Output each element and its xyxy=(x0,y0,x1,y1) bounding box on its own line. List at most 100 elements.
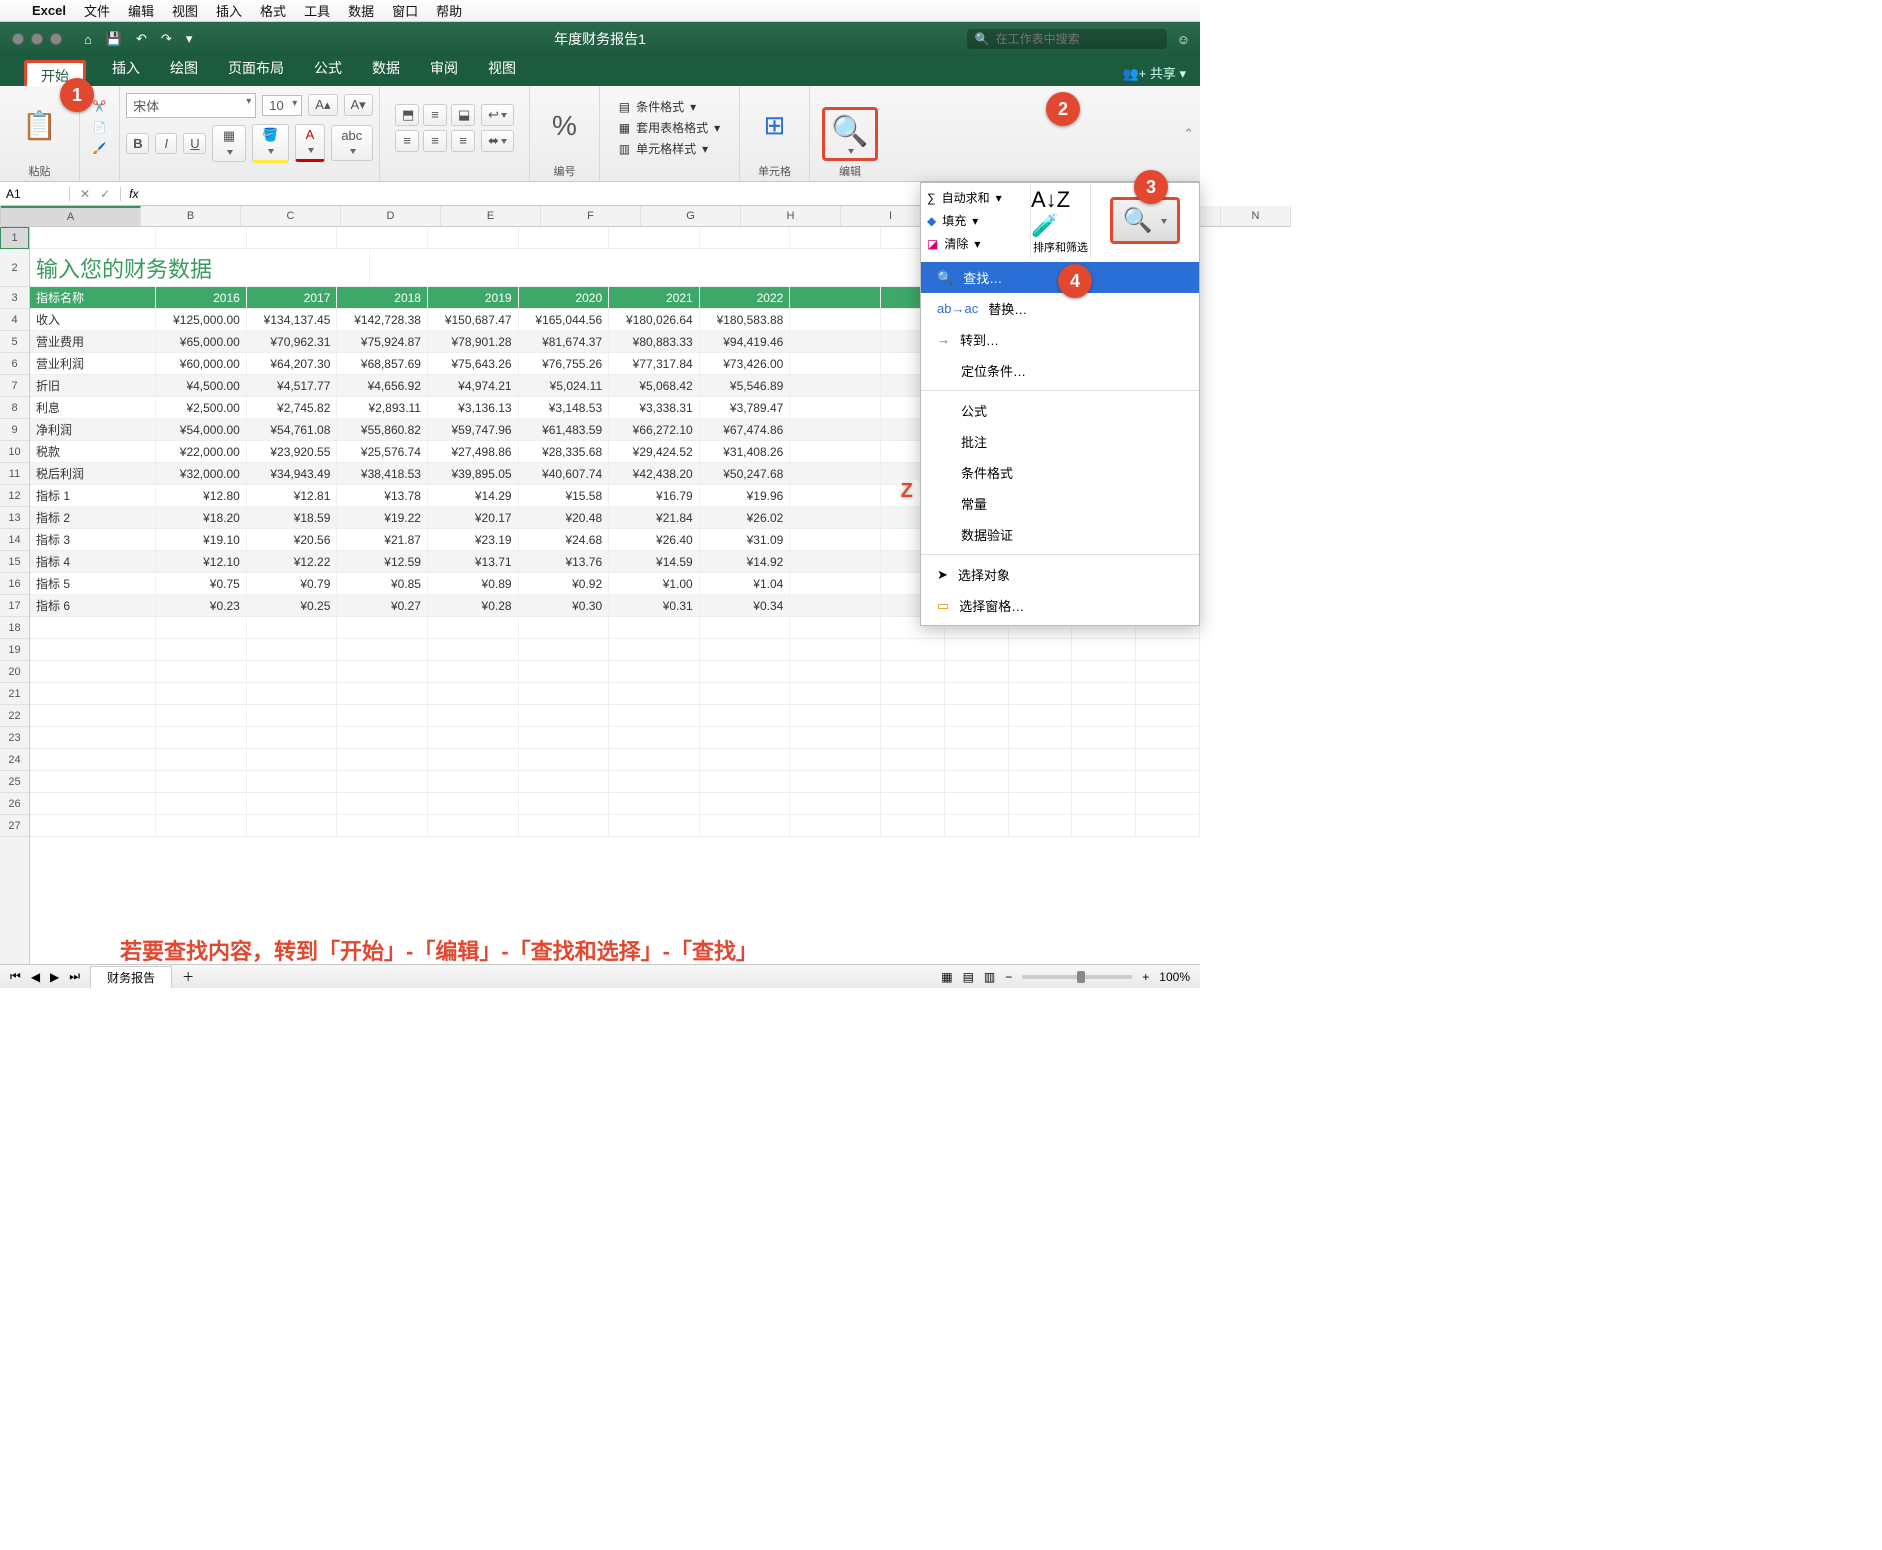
fill-button[interactable]: ◆填充 ▾ xyxy=(927,212,1024,229)
cell[interactable] xyxy=(1072,639,1136,660)
cell[interactable] xyxy=(1009,661,1073,682)
cell[interactable] xyxy=(519,617,610,638)
row-header[interactable]: 15 xyxy=(0,551,29,573)
cell[interactable]: 指标 2 xyxy=(30,507,156,528)
cell[interactable] xyxy=(1072,815,1136,836)
cell[interactable]: ¥125,000.00 xyxy=(156,309,247,330)
cell[interactable] xyxy=(609,727,700,748)
cell[interactable] xyxy=(428,661,519,682)
cell[interactable] xyxy=(1136,749,1200,770)
col-header[interactable]: E xyxy=(441,206,541,226)
cell[interactable] xyxy=(156,617,247,638)
cell[interactable] xyxy=(790,815,881,836)
save-icon[interactable]: 💾 xyxy=(106,31,122,47)
cell[interactable] xyxy=(519,683,610,704)
cell[interactable]: ¥4,517.77 xyxy=(247,375,338,396)
cell[interactable]: ¥20.48 xyxy=(519,507,610,528)
cell[interactable]: ¥4,974.21 xyxy=(428,375,519,396)
cell[interactable]: 输入您的财务数据 xyxy=(30,249,370,287)
cell[interactable] xyxy=(945,661,1009,682)
cell[interactable]: ¥4,656.92 xyxy=(337,375,428,396)
cell[interactable]: ¥12.59 xyxy=(337,551,428,572)
cell[interactable]: ¥26.02 xyxy=(700,507,791,528)
cell[interactable] xyxy=(1072,705,1136,726)
decrease-font-icon[interactable]: A▾ xyxy=(344,94,373,116)
row-header[interactable]: 12 xyxy=(0,485,29,507)
row-header[interactable]: 25 xyxy=(0,771,29,793)
cell[interactable] xyxy=(790,793,881,814)
cell[interactable] xyxy=(428,639,519,660)
row-header[interactable]: 3 xyxy=(0,287,29,309)
cell[interactable] xyxy=(1009,815,1073,836)
row-header[interactable]: 21 xyxy=(0,683,29,705)
cell[interactable] xyxy=(337,639,428,660)
cell[interactable]: 折旧 xyxy=(30,375,156,396)
cell[interactable]: ¥14.59 xyxy=(609,551,700,572)
cell[interactable] xyxy=(428,771,519,792)
menu-data[interactable]: 数据 xyxy=(348,1,374,20)
cell[interactable] xyxy=(790,353,881,374)
row-header[interactable]: 14 xyxy=(0,529,29,551)
cell[interactable] xyxy=(156,771,247,792)
cell[interactable]: ¥13.71 xyxy=(428,551,519,572)
cell[interactable] xyxy=(609,683,700,704)
tab-formulas[interactable]: 公式 xyxy=(310,52,346,86)
cell[interactable]: ¥54,000.00 xyxy=(156,419,247,440)
phonetic-icon[interactable]: abc xyxy=(331,125,373,161)
row-header[interactable]: 13 xyxy=(0,507,29,529)
cell[interactable]: ¥0.79 xyxy=(247,573,338,594)
cell[interactable] xyxy=(247,749,338,770)
cell[interactable]: ¥150,687.47 xyxy=(428,309,519,330)
table-format-button[interactable]: ▦套用表格格式 ▾ xyxy=(619,119,720,136)
cell[interactable]: ¥75,643.26 xyxy=(428,353,519,374)
cell[interactable] xyxy=(337,815,428,836)
sheet-search[interactable]: 🔍 xyxy=(967,29,1167,49)
cell[interactable] xyxy=(609,705,700,726)
clear-button[interactable]: ◪清除 ▾ xyxy=(927,235,1024,252)
cell[interactable] xyxy=(1136,705,1200,726)
cell[interactable] xyxy=(337,661,428,682)
tab-insert[interactable]: 插入 xyxy=(108,52,144,86)
row-header[interactable]: 17 xyxy=(0,595,29,617)
cell[interactable]: ¥0.30 xyxy=(519,595,610,616)
cell[interactable]: ¥165,044.56 xyxy=(519,309,610,330)
cell[interactable]: ¥20.17 xyxy=(428,507,519,528)
cell[interactable]: ¥5,068.42 xyxy=(609,375,700,396)
fullscreen-icon[interactable] xyxy=(50,33,62,45)
merge-icon[interactable]: ⬌ xyxy=(481,130,514,152)
col-header[interactable]: C xyxy=(241,206,341,226)
cell[interactable] xyxy=(1072,771,1136,792)
cell[interactable]: ¥19.96 xyxy=(700,485,791,506)
cell[interactable]: ¥59,747.96 xyxy=(428,419,519,440)
cell[interactable]: 指标 6 xyxy=(30,595,156,616)
menu-edit[interactable]: 编辑 xyxy=(128,1,154,20)
share-button[interactable]: 👥+ 共享 ▾ xyxy=(1122,63,1186,82)
cell[interactable] xyxy=(790,441,881,462)
cell[interactable] xyxy=(519,793,610,814)
cell[interactable] xyxy=(247,639,338,660)
zoom-in-icon[interactable]: + xyxy=(1142,970,1149,984)
cell[interactable]: 指标名称 xyxy=(30,287,156,308)
cell[interactable]: ¥1.00 xyxy=(609,573,700,594)
cell[interactable] xyxy=(337,793,428,814)
cell[interactable] xyxy=(1072,749,1136,770)
row-header[interactable]: 8 xyxy=(0,397,29,419)
cell[interactable]: ¥31,408.26 xyxy=(700,441,791,462)
cell[interactable] xyxy=(790,683,881,704)
cell[interactable]: ¥0.34 xyxy=(700,595,791,616)
italic-button[interactable]: I xyxy=(155,133,177,154)
cell[interactable] xyxy=(247,705,338,726)
cell[interactable]: 营业费用 xyxy=(30,331,156,352)
cell[interactable] xyxy=(428,727,519,748)
cell[interactable] xyxy=(700,705,791,726)
col-header[interactable]: B xyxy=(141,206,241,226)
cell[interactable]: ¥27,498.86 xyxy=(428,441,519,462)
row-header[interactable]: 5 xyxy=(0,331,29,353)
cell[interactable] xyxy=(700,227,791,248)
cell[interactable] xyxy=(156,683,247,704)
cell[interactable] xyxy=(519,727,610,748)
cell[interactable]: ¥77,317.84 xyxy=(609,353,700,374)
paste-icon[interactable]: 📋 xyxy=(22,109,57,142)
cell[interactable] xyxy=(790,485,881,506)
cell-style-button[interactable]: ▥单元格样式 ▾ xyxy=(619,140,720,157)
